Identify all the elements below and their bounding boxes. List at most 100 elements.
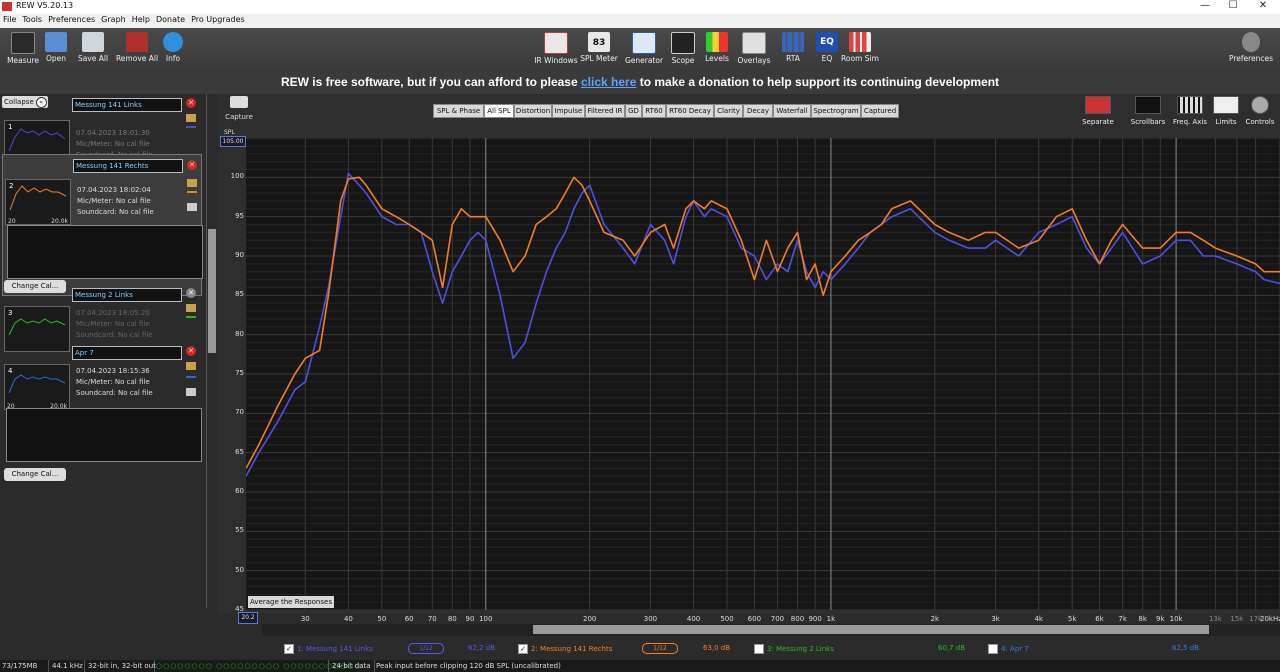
camera-icon	[230, 96, 248, 108]
tab-rt60-decay[interactable]: RT60 Decay	[666, 104, 714, 118]
trace-color-icon[interactable]	[187, 191, 197, 193]
measurement-name-field[interactable]: Messung 2 Links	[72, 288, 182, 302]
spl-graph[interactable]	[246, 138, 1280, 610]
room-sim-button[interactable]: Room Sim	[837, 32, 883, 68]
tab-distortion[interactable]: Distortion	[514, 104, 552, 118]
delete-measurement-icon[interactable]: ✕	[186, 288, 196, 298]
measurement-2[interactable]: Messung 141 Rechts ✕ 2 20 20.0k 07.04.20…	[2, 154, 203, 296]
edit-icon[interactable]	[187, 179, 197, 187]
x-tick-label: 20kHz	[1260, 615, 1280, 623]
edit-icon[interactable]	[186, 362, 196, 370]
tab-impulse[interactable]: Impulse	[552, 104, 585, 118]
ir-windows-icon	[544, 32, 568, 54]
h-scrollbar-thumb[interactable]	[533, 625, 1209, 634]
x-tick-label: 8k	[1138, 615, 1147, 623]
tab-clarity[interactable]: Clarity	[714, 104, 743, 118]
measurement-1[interactable]: Messung 141 Links ✕ 1 20 07.04.2023 18:0…	[2, 98, 200, 166]
scrollbars-button[interactable]: Scrollbars	[1126, 96, 1170, 126]
tab-spectrogram[interactable]: Spectrogram	[811, 104, 861, 118]
delete-measurement-icon[interactable]: ✕	[186, 98, 196, 108]
trace-color-icon[interactable]	[186, 316, 196, 318]
levels-icon	[706, 32, 728, 52]
x-tick-label: 800	[790, 615, 805, 623]
measurement-mic: Mic/Meter: No cal file	[76, 320, 150, 328]
measurement-name-field[interactable]: Messung 141 Rechts	[73, 159, 183, 173]
x-min-field[interactable]: 20.2	[238, 612, 258, 624]
legend-entry-2[interactable]: ✓ 2: Messung 141 Rechts	[518, 644, 612, 654]
x-tick-label: 50	[377, 615, 387, 623]
tab-filtered-ir[interactable]: Filtered IR	[585, 104, 625, 118]
smoothing-1[interactable]: 1/12	[408, 643, 444, 654]
menu-donate[interactable]: Donate	[153, 14, 188, 24]
separate-button[interactable]: Separate	[1076, 96, 1120, 126]
measurement-thumbnail[interactable]: 2 20 20.0k	[5, 179, 71, 225]
capture-label: Capture	[225, 113, 253, 121]
tab-spl-phase[interactable]: SPL & Phase	[433, 104, 484, 118]
thumbnail-trace	[8, 318, 66, 336]
smoothing-2[interactable]: 1/12	[642, 643, 678, 654]
y-max-field[interactable]: 105.00	[220, 136, 246, 147]
average-responses-button[interactable]: Average the Responses	[248, 596, 334, 608]
notes-icon[interactable]	[186, 388, 196, 396]
edit-icon[interactable]	[186, 114, 196, 122]
measurement-date: 07.04.2023 18:02:04	[77, 186, 151, 194]
ir-windows-label: IR Windows	[534, 56, 578, 65]
tab-rt60[interactable]: RT60	[642, 104, 666, 118]
controls-button[interactable]: Controls	[1238, 96, 1280, 126]
panel-scrollbar[interactable]	[206, 94, 218, 608]
donate-link[interactable]: click here	[581, 75, 636, 89]
notes-icon[interactable]	[187, 203, 197, 211]
menu-help[interactable]: Help	[129, 14, 153, 24]
graph-horizontal-scrollbar[interactable]	[262, 624, 1280, 636]
sample-rate: 44.1 kHz	[50, 660, 85, 672]
checkbox-icon[interactable]	[988, 644, 998, 654]
trace-color-icon[interactable]	[186, 126, 196, 128]
save-all-button[interactable]: Save All	[70, 32, 116, 68]
spl-meter-button[interactable]: 83 SPL Meter	[576, 32, 622, 68]
checkbox-icon[interactable]: ✓	[284, 644, 294, 654]
legend-entry-3[interactable]: 3: Messung 2 Links	[754, 644, 834, 654]
tab-all-spl[interactable]: All SPL	[484, 104, 514, 118]
y-tick-label: 55	[235, 526, 244, 535]
graph-legend: ✓ 1: Messung 141 Links 1/12 62,2 dB ✓ 2: M…	[0, 640, 1280, 658]
ir-windows-button[interactable]: IR Windows	[533, 32, 579, 68]
tab-waterfall[interactable]: Waterfall	[773, 104, 811, 118]
tab-decay[interactable]: Decay	[743, 104, 773, 118]
scrollbar-thumb[interactable]	[208, 229, 216, 353]
measurement-name-field[interactable]: Messung 141 Links	[72, 98, 182, 112]
measurement-name-field[interactable]: Apr 7	[72, 346, 182, 360]
measurement-3[interactable]: Messung 2 Links ✕ 3 07.04.2023 18:05:20 …	[2, 288, 200, 352]
remove-all-icon	[126, 32, 148, 52]
edit-icon[interactable]	[186, 304, 196, 312]
notes-area[interactable]	[6, 408, 202, 462]
menu-pro-upgrades[interactable]: Pro Upgrades	[188, 14, 248, 24]
spl-meter-label: SPL Meter	[580, 54, 618, 63]
controls-icon	[1251, 96, 1269, 114]
checkbox-icon[interactable]: ✓	[518, 644, 528, 654]
minimize-button[interactable]: —	[1190, 0, 1220, 14]
menu-file[interactable]: File	[0, 14, 19, 24]
checkbox-icon[interactable]	[754, 644, 764, 654]
info-button[interactable]: Info	[150, 32, 196, 68]
delete-measurement-icon[interactable]: ✕	[187, 160, 197, 170]
menu-tools[interactable]: Tools	[19, 14, 45, 24]
maximize-button[interactable]: ☐	[1218, 0, 1248, 14]
delete-measurement-icon[interactable]: ✕	[186, 346, 196, 356]
menu-graph[interactable]: Graph	[98, 14, 129, 24]
trace-color-icon[interactable]	[186, 376, 196, 378]
notes-area[interactable]	[7, 225, 203, 279]
x-tick-label: 7k	[1118, 615, 1127, 623]
menu-preferences[interactable]: Preferences	[45, 14, 98, 24]
preferences-button[interactable]: Preferences	[1228, 32, 1274, 68]
legend-entry-4[interactable]: 4: Apr 7	[988, 644, 1029, 654]
measurement-thumbnail[interactable]: 4 20 20.0k	[4, 364, 70, 410]
close-button[interactable]: ✕	[1248, 0, 1278, 14]
tab-gd[interactable]: GD	[625, 104, 642, 118]
tab-captured[interactable]: Captured	[861, 104, 899, 118]
io-bit-depth: 32-bit in, 32-bit out	[88, 660, 156, 672]
change-cal-button[interactable]: Change Cal...	[4, 468, 66, 481]
measurement-4[interactable]: Apr 7 ✕ 4 20 20.0k 07.04.2023 18:15:36 M…	[2, 346, 202, 462]
eq-icon: EQ	[816, 32, 838, 52]
legend-entry-1[interactable]: ✓ 1: Messung 141 Links	[284, 644, 373, 654]
capture-button[interactable]: Capture	[224, 96, 254, 121]
